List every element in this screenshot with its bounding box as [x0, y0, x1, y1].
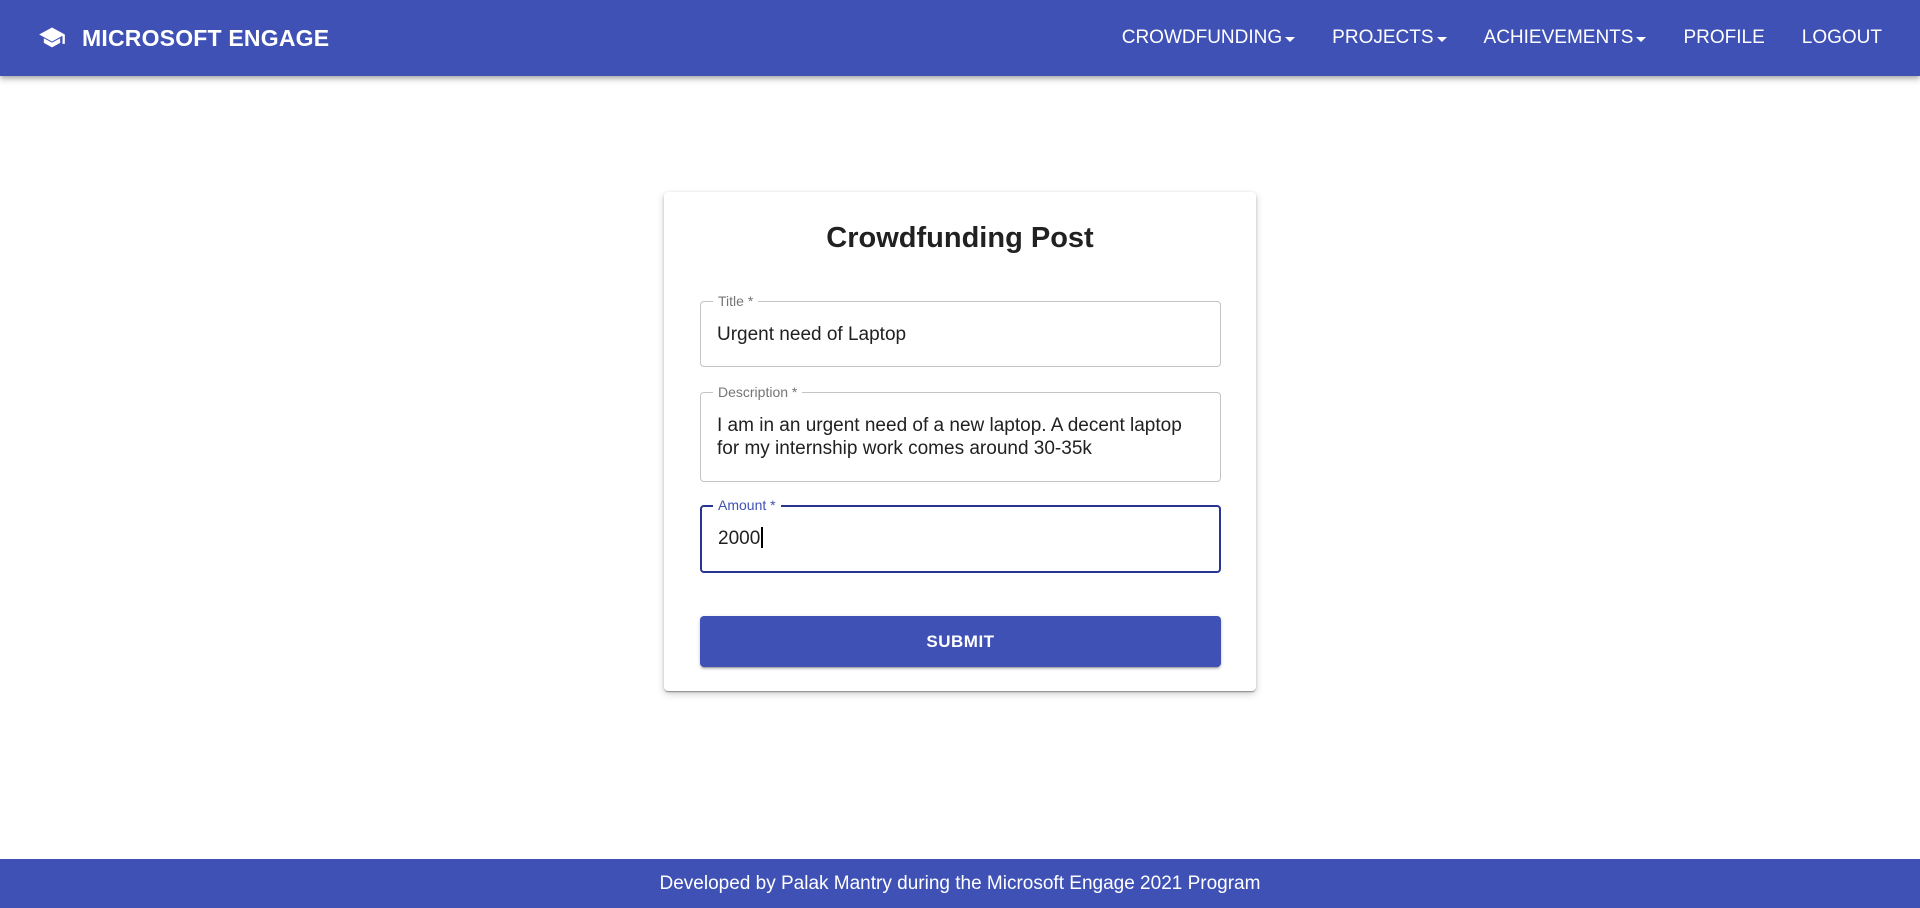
- app-bar: MICROSOFT ENGAGE CROWDFUNDING PROJECTS A…: [0, 0, 1920, 76]
- graduation-cap-icon: [38, 23, 68, 53]
- nav-achievements[interactable]: ACHIEVEMENTS: [1484, 19, 1647, 57]
- description-line-1: I am in an urgent need of a new laptop. …: [717, 415, 1182, 436]
- title-field-label: Title *: [713, 293, 759, 309]
- crowdfunding-form-card: Crowdfunding Post Title * Urgent need of…: [664, 192, 1256, 691]
- footer-text: Developed by Palak Mantry during the Mic…: [659, 872, 1261, 894]
- amount-input[interactable]: 2000: [718, 527, 763, 550]
- caret-down-icon: [1285, 36, 1296, 42]
- brand-title: MICROSOFT ENGAGE: [82, 24, 330, 51]
- amount-field[interactable]: Amount * 2000: [700, 497, 1221, 573]
- text-cursor: [761, 527, 763, 548]
- description-field[interactable]: Description * I am in an urgent need of …: [700, 384, 1221, 482]
- caret-down-icon: [1636, 36, 1647, 42]
- nav-profile-label: PROFILE: [1683, 27, 1765, 48]
- caret-down-icon: [1436, 36, 1447, 42]
- description-textarea[interactable]: I am in an urgent need of a new laptop. …: [717, 414, 1182, 460]
- nav-projects-label: PROJECTS: [1332, 27, 1434, 48]
- nav-crowdfunding[interactable]: CROWDFUNDING: [1121, 19, 1296, 57]
- nav-projects[interactable]: PROJECTS: [1332, 19, 1447, 57]
- nav-crowdfunding-label: CROWDFUNDING: [1121, 27, 1283, 48]
- amount-input-value: 2000: [718, 528, 761, 549]
- submit-button[interactable]: SUBMIT: [700, 616, 1221, 667]
- main-nav: CROWDFUNDING PROJECTS ACHIEVEMENTS PROFI…: [1085, 0, 1882, 76]
- form-title: Crowdfunding Post: [826, 222, 1094, 254]
- footer: Developed by Palak Mantry during the Mic…: [0, 859, 1920, 908]
- description-field-label: Description *: [713, 384, 803, 400]
- nav-achievements-label: ACHIEVEMENTS: [1483, 27, 1634, 48]
- title-field[interactable]: Title * Urgent need of Laptop: [700, 293, 1221, 367]
- description-line-2: for my internship work comes around 30-3…: [717, 438, 1092, 459]
- title-input[interactable]: Urgent need of Laptop: [717, 323, 906, 346]
- nav-profile[interactable]: PROFILE: [1683, 19, 1764, 57]
- nav-logout[interactable]: LOGOUT: [1802, 19, 1882, 57]
- nav-logout-label: LOGOUT: [1801, 27, 1882, 48]
- brand[interactable]: MICROSOFT ENGAGE: [38, 0, 329, 76]
- amount-field-label: Amount *: [713, 497, 781, 513]
